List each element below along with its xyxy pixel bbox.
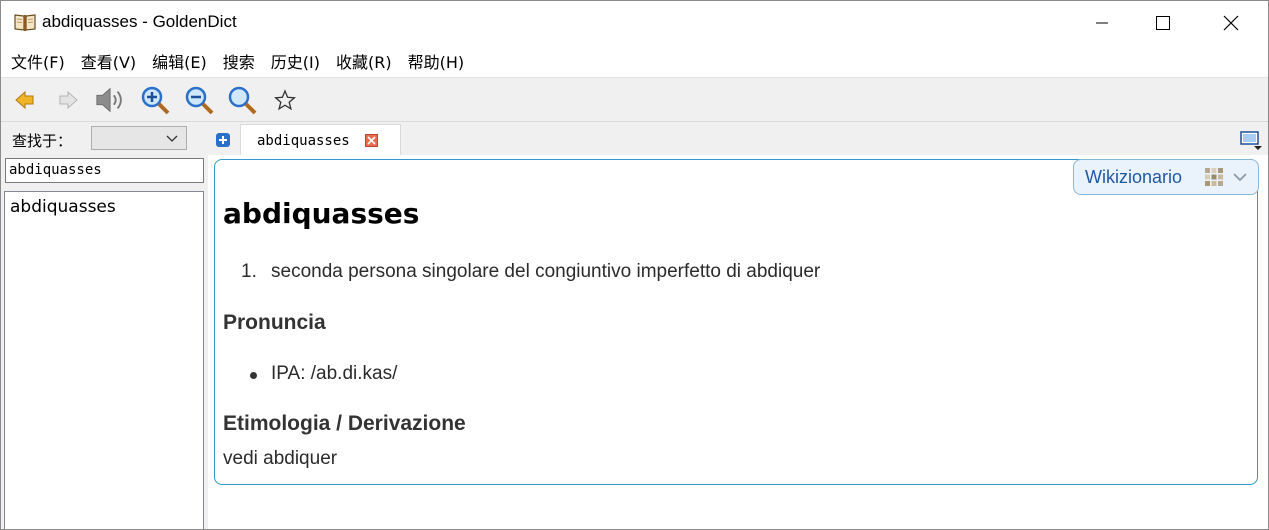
window-title: abdiquasses - GoldenDict (42, 12, 237, 31)
ipa-text: IPA: /ab.di.kas/ (271, 363, 398, 384)
back-button[interactable] (9, 84, 41, 116)
dictionary-header[interactable]: Wikizionario (1073, 159, 1259, 195)
zoom-reset-button[interactable] (226, 84, 258, 116)
menu-history[interactable]: 历史(I) (263, 49, 328, 73)
tab-abdiquasses[interactable]: abdiquasses (240, 124, 401, 156)
toolbar (1, 78, 1268, 122)
minimize-button[interactable] (1079, 1, 1125, 45)
chevron-down-icon[interactable] (1232, 170, 1248, 184)
word-list-item[interactable]: abdiquasses (10, 197, 116, 217)
definition-number: 1. (241, 261, 257, 282)
word-list[interactable]: abdiquasses (4, 191, 204, 529)
main-window: abdiquasses - GoldenDict 文件(F) 查看(V) 编辑(… (0, 0, 1269, 530)
new-tab-button[interactable] (216, 133, 230, 147)
title-bar: abdiquasses - GoldenDict (1, 1, 1268, 45)
menu-bar: 文件(F) 查看(V) 编辑(E) 搜索 历史(I) 收藏(R) 帮助(H) (1, 45, 1268, 78)
close-button[interactable] (1208, 1, 1254, 45)
maximize-icon (1156, 16, 1170, 30)
menu-view[interactable]: 查看(V) (73, 49, 144, 73)
zoom-in-icon (141, 86, 170, 115)
maximize-button[interactable] (1140, 1, 1186, 45)
close-icon (367, 136, 376, 145)
zoom-reset-icon (228, 86, 257, 115)
zoom-in-button[interactable] (139, 84, 171, 116)
zoom-out-icon (185, 86, 214, 115)
dictionary-group-select[interactable] (91, 126, 187, 150)
open-book-icon (14, 14, 36, 31)
close-icon (1223, 15, 1239, 31)
menu-search[interactable]: 搜索 (215, 49, 263, 73)
list-bullet (250, 372, 257, 379)
menu-help[interactable]: 帮助(H) (400, 49, 473, 73)
minimize-icon (1096, 22, 1108, 24)
dictionary-icon (1205, 168, 1223, 186)
favorite-star-icon (274, 89, 296, 111)
zoom-out-button[interactable] (183, 84, 215, 116)
etymology-heading: Etimologia / Derivazione (223, 412, 466, 435)
article-headword: abdiquasses (223, 197, 420, 230)
menu-favorites[interactable]: 收藏(R) (328, 49, 400, 73)
forward-button[interactable] (52, 84, 84, 116)
tab-label: abdiquasses (257, 133, 350, 149)
menu-edit[interactable]: 编辑(E) (144, 49, 215, 73)
tab-close-button[interactable] (365, 134, 378, 147)
tab-list-icon[interactable] (1240, 130, 1264, 150)
forward-arrow-icon (59, 90, 78, 110)
chevron-down-icon (166, 135, 178, 142)
add-favorite-button[interactable] (269, 84, 301, 116)
pronunciation-heading: Pronuncia (223, 311, 326, 334)
lookup-in-label: 查找于： (12, 132, 73, 150)
plus-icon (219, 136, 227, 144)
definition-text: seconda persona singolare del congiuntiv… (271, 261, 821, 282)
speaker-icon (96, 87, 122, 113)
etymology-text: vedi abdiquer (223, 448, 338, 469)
dictionary-name: Wikizionario (1085, 167, 1183, 187)
menu-file[interactable]: 文件(F) (1, 49, 73, 73)
search-input[interactable]: abdiquasses (5, 158, 204, 183)
pronounce-button[interactable] (95, 84, 127, 116)
back-arrow-icon (15, 90, 34, 110)
